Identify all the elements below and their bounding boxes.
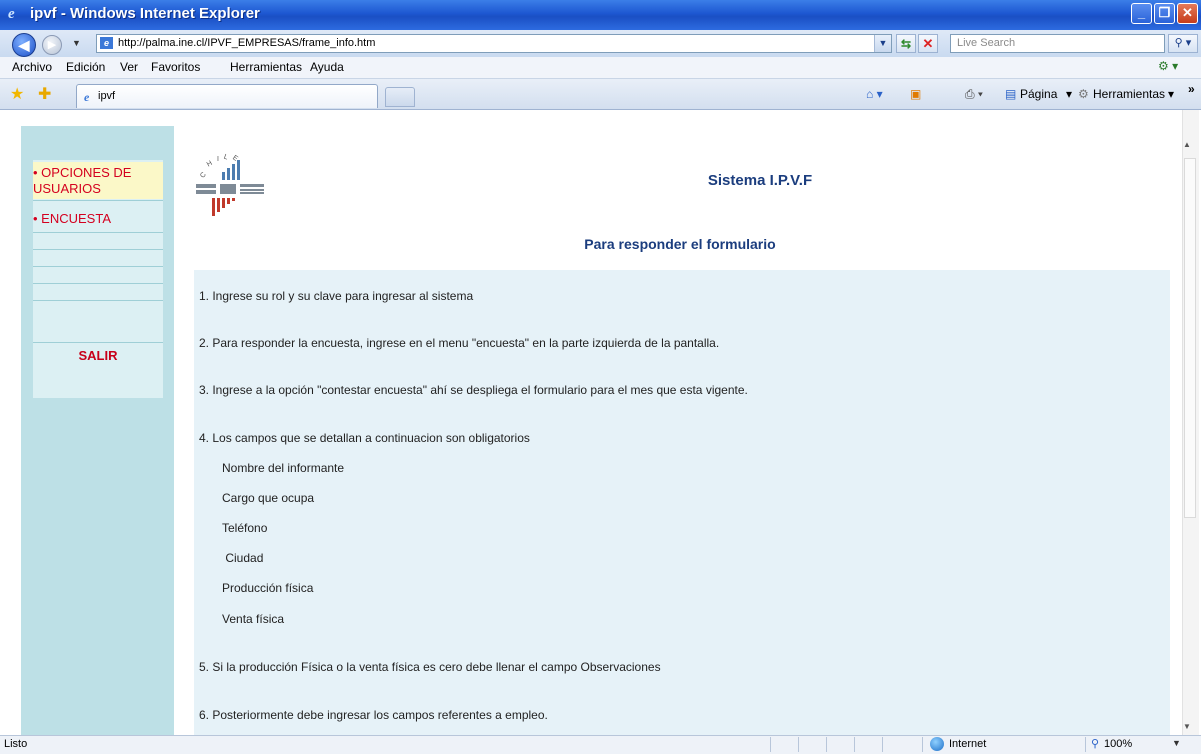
menu-divider [33, 283, 163, 284]
menu-herramientas[interactable]: Herramientas [230, 60, 302, 74]
status-divider [854, 737, 855, 752]
menu-option-encuesta[interactable]: • ENCUESTA [33, 211, 111, 227]
required-field: Venta física [222, 612, 285, 626]
ine-logo: C H I L E [196, 153, 264, 216]
instruction-step-4: 4. Los campos que se detallan a continua… [199, 431, 530, 445]
toolbar-options-icon[interactable]: ⚙ ▾ [1158, 59, 1178, 73]
tab-ipvf[interactable] [76, 84, 378, 108]
required-field: Ciudad [222, 551, 264, 565]
menu-divider [33, 342, 163, 343]
refresh-button[interactable]: ⇆ [896, 34, 916, 53]
address-dropdown-icon[interactable]: ▼ [874, 35, 891, 52]
tools-gear-icon: ⚙ [1078, 87, 1089, 101]
security-zone[interactable]: Internet [949, 738, 986, 750]
required-field: Teléfono [222, 521, 268, 535]
exit-link[interactable]: SALIR [33, 348, 163, 363]
menu-ayuda[interactable]: Ayuda [310, 60, 344, 74]
home-icon[interactable]: ⌂ ▾ [866, 87, 883, 101]
scroll-up-icon[interactable]: ▲ [1183, 140, 1191, 149]
menu-favoritos[interactable]: Favoritos [151, 60, 200, 74]
ie-icon: e [8, 6, 15, 22]
status-divider [922, 737, 923, 752]
logo-arc-text: H [206, 160, 214, 169]
close-button[interactable]: ✕ [1177, 3, 1198, 24]
forward-button[interactable]: ▶ [42, 35, 62, 55]
status-divider [882, 737, 883, 752]
required-field: Nombre del informante [222, 461, 345, 475]
search-icon[interactable]: ⚲ ▾ [1168, 34, 1198, 53]
menu-ver[interactable]: Ver [120, 60, 138, 74]
logo-arc-text: L [223, 153, 229, 161]
window-title: ipvf - Windows Internet Explorer [30, 5, 260, 22]
tab-page-icon: e [84, 90, 90, 104]
minimize-button[interactable]: _ [1131, 3, 1152, 24]
scroll-thumb[interactable] [1184, 158, 1196, 518]
instruction-step-2: 2. Para responder la encuesta, ingrese e… [199, 336, 720, 350]
recent-pages-dropdown-icon[interactable]: ▼ [72, 38, 81, 48]
status-divider [826, 737, 827, 752]
favorites-star-icon[interactable]: ★ [10, 84, 24, 104]
system-title: Sistema I.P.V.F [707, 172, 813, 189]
page-menu-dropdown-icon[interactable]: ▾ [1066, 87, 1072, 101]
logo-arc-text: I [217, 156, 219, 163]
maximize-button[interactable]: ❐ [1154, 3, 1175, 24]
tools-menu[interactable]: Herramientas [1093, 87, 1165, 101]
scroll-down-icon[interactable]: ▼ [1183, 722, 1191, 731]
menu-divider [33, 300, 163, 301]
instruction-step-1: 1. Ingrese su rol y su clave para ingres… [199, 289, 474, 303]
page-icon: e [100, 37, 113, 49]
stop-button[interactable]: ✕ [918, 34, 938, 53]
status-bar [0, 735, 1201, 754]
zoom-level[interactable]: 100% [1104, 738, 1132, 750]
instruction-step-6: 6. Posteriormente debe ingresar los camp… [199, 708, 548, 722]
status-divider [1085, 737, 1086, 752]
menu-divider [33, 266, 163, 267]
menu-divider [33, 200, 163, 201]
zoom-icon: ⚲ [1091, 738, 1100, 750]
menu-option-usuarios[interactable]: • OPCIONES DE USUARIOS [33, 165, 161, 197]
menu-archivo[interactable]: Archivo [12, 60, 52, 74]
status-divider [770, 737, 771, 752]
required-field: Producción física [222, 581, 314, 595]
back-button[interactable]: ◀ [12, 33, 36, 57]
status-divider [798, 737, 799, 752]
tools-menu-dropdown-icon[interactable]: ▾ [1168, 87, 1174, 101]
feeds-icon[interactable]: ▣ [910, 87, 921, 101]
address-url[interactable]: http://palma.ine.cl/IPVF_EMPRESAS/frame_… [118, 37, 375, 49]
add-favorites-icon[interactable]: ✚ [38, 84, 51, 104]
required-field: Cargo que ocupa [222, 491, 315, 505]
form-title: Para responder el formulario [584, 236, 776, 252]
internet-zone-icon [930, 737, 944, 751]
tab-label[interactable]: ipvf [98, 90, 115, 102]
menu-divider [33, 232, 163, 233]
instruction-step-3: 3. Ingrese a la opción "contestar encues… [199, 383, 748, 397]
print-icon[interactable]: ⎙ ▾ [965, 87, 983, 102]
status-text: Listo [4, 738, 28, 750]
instruction-step-5: 5. Si la producción Física o la venta fí… [199, 660, 661, 674]
more-commands-icon[interactable]: » [1188, 82, 1195, 96]
page-menu[interactable]: Página [1020, 87, 1057, 101]
new-tab-button[interactable] [385, 87, 415, 107]
page-icon-menu: ▤ [1005, 87, 1017, 101]
zoom-dropdown-icon[interactable]: ▼ [1172, 738, 1181, 748]
search-input[interactable]: Live Search [950, 34, 1165, 53]
menu-edicion[interactable]: Edición [66, 60, 105, 74]
logo-arc-text: C [199, 171, 208, 179]
menu-divider [33, 249, 163, 250]
